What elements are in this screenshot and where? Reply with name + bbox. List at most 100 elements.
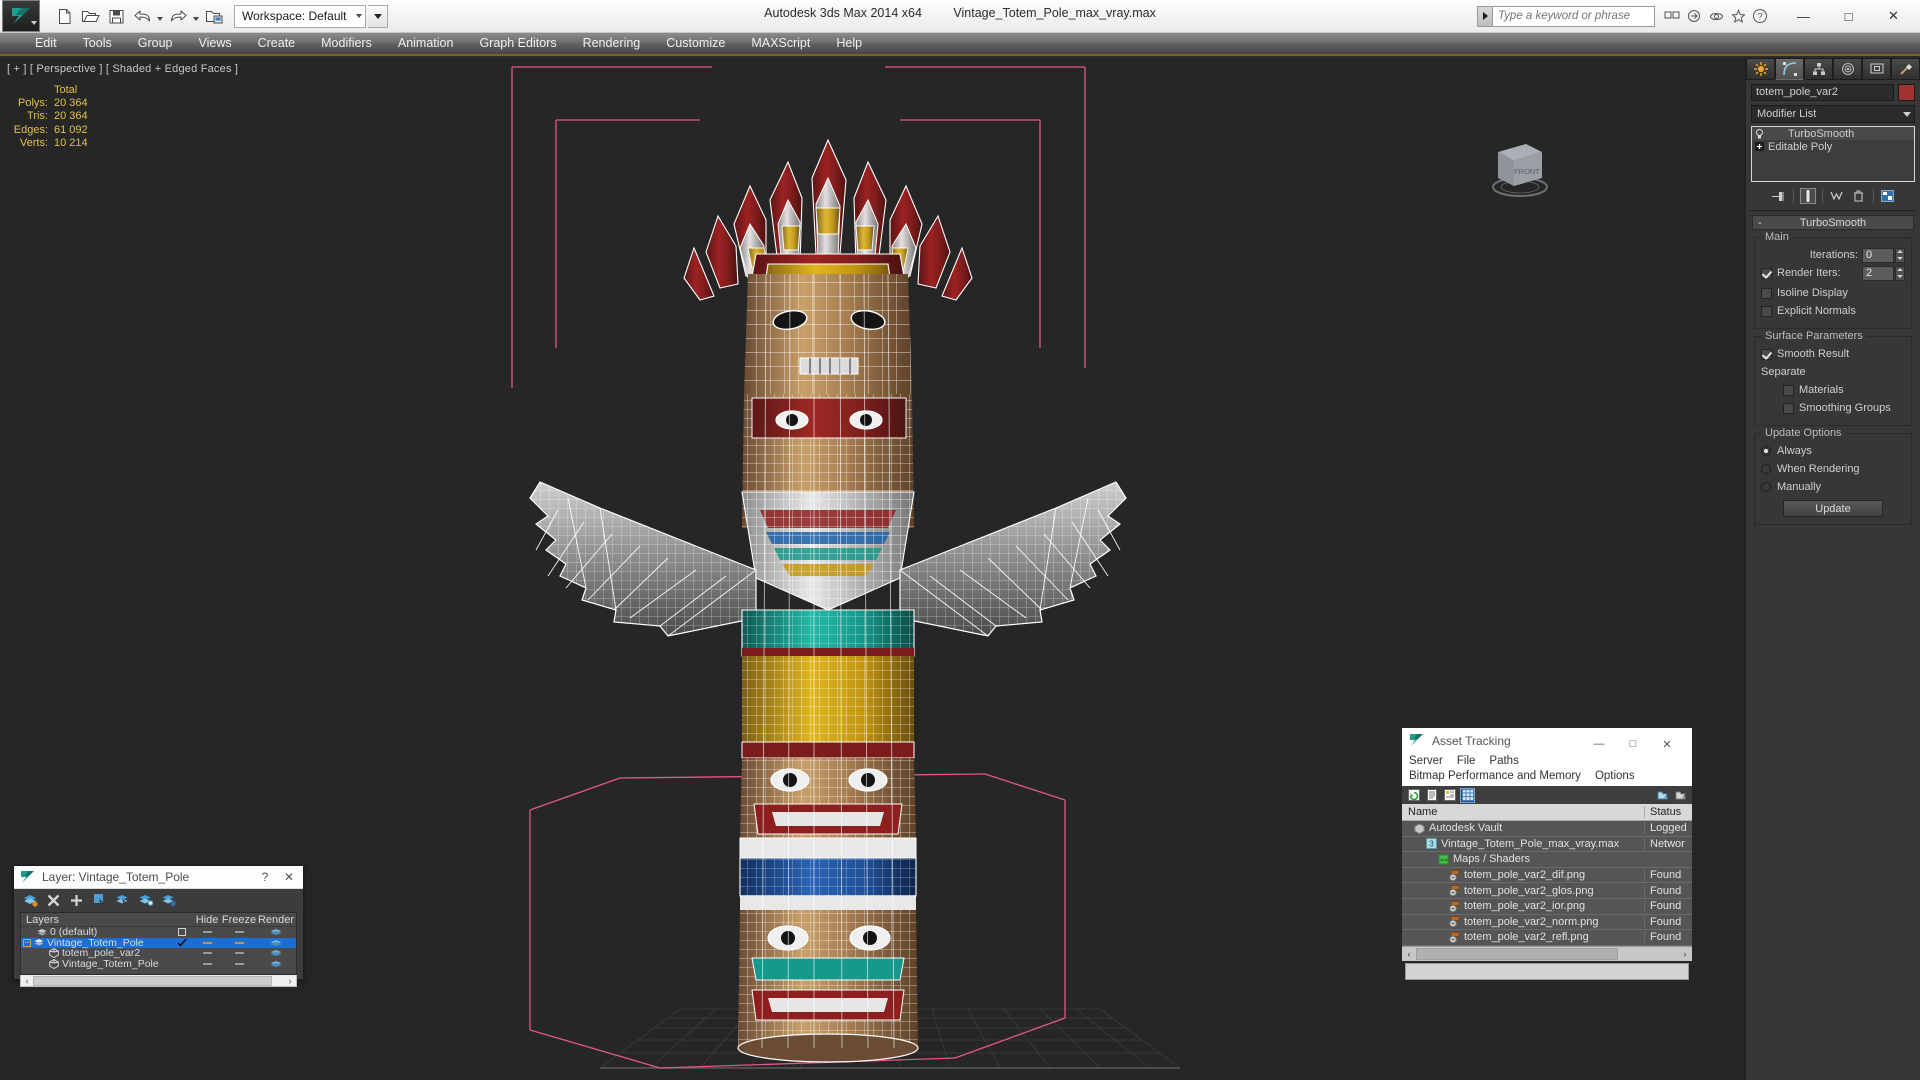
update-always-radio[interactable]	[1761, 446, 1771, 456]
scroll-left-icon[interactable]: ‹	[21, 976, 33, 986]
exchange-app-store-icon[interactable]	[1663, 7, 1681, 25]
pin-stack-icon[interactable]	[1771, 188, 1787, 204]
expand-plus-icon[interactable]	[1755, 142, 1764, 151]
menu-item-views[interactable]: Views	[185, 33, 244, 54]
lightbulb-icon[interactable]	[1755, 128, 1764, 139]
layer-horizontal-scrollbar[interactable]: ‹ ›	[20, 975, 297, 987]
asset-row-vault[interactable]: Autodesk Vault Logged	[1402, 821, 1692, 837]
hide-toggle[interactable]	[202, 931, 212, 934]
smooth-result-checkbox[interactable]	[1761, 348, 1772, 360]
asset-help-icon[interactable]: ?	[1674, 789, 1687, 802]
favorites-star-icon[interactable]	[1729, 7, 1747, 25]
asset-close-button[interactable]: ✕	[1650, 732, 1684, 757]
asset-col-name[interactable]: Name	[1402, 806, 1644, 818]
redo-dropdown-icon[interactable]	[193, 17, 199, 21]
asset-menu-bitmap-performance[interactable]: Bitmap Performance and Memory	[1409, 769, 1581, 784]
freeze-toggle[interactable]	[234, 962, 244, 965]
help-icon[interactable]: ?	[1751, 7, 1769, 25]
current-layer-box[interactable]	[178, 928, 186, 937]
application-menu-button[interactable]	[2, 0, 40, 32]
menu-item-rendering[interactable]: Rendering	[570, 33, 654, 54]
remove-modifier-icon[interactable]	[1851, 188, 1867, 204]
layer-settings-icon[interactable]	[161, 893, 176, 908]
stack-item-turbosmooth[interactable]: TurboSmooth	[1752, 127, 1914, 140]
search-input[interactable]	[1493, 5, 1655, 27]
refresh-icon[interactable]	[1407, 789, 1420, 802]
asset-menu-server[interactable]: Server	[1409, 754, 1443, 769]
asset-row-max-file[interactable]: 3 Vintage_Totem_Pole_max_vray.max Networ	[1402, 837, 1692, 853]
show-end-result-icon[interactable]	[1799, 188, 1816, 204]
layer-list[interactable]: Layers Hide Freeze Render 0 (default) − …	[20, 912, 297, 975]
grid-view-icon[interactable]	[1460, 787, 1475, 803]
menu-item-group[interactable]: Group	[125, 33, 186, 54]
minimize-button[interactable]: —	[1781, 0, 1826, 32]
freeze-toggle[interactable]	[234, 931, 244, 934]
render-toggle[interactable]	[270, 939, 282, 947]
asset-col-status[interactable]: Status	[1644, 806, 1692, 818]
undo-dropdown-icon[interactable]	[157, 17, 163, 21]
asset-menu-options[interactable]: Options	[1595, 769, 1635, 784]
asset-list[interactable]: Autodesk Vault Logged 3 Vintage_Totem_Po…	[1402, 821, 1692, 946]
hide-toggle[interactable]	[202, 962, 212, 965]
menu-item-help[interactable]: Help	[823, 33, 875, 54]
save-file-icon[interactable]	[104, 4, 128, 28]
asset-menu-file[interactable]: File	[1457, 754, 1476, 769]
select-objects-in-layer-icon[interactable]	[92, 893, 107, 908]
isoline-display-checkbox[interactable]	[1761, 287, 1772, 299]
render-toggle[interactable]	[270, 949, 282, 957]
asset-row-norm[interactable]: totem_pole_var2_norm.png Found	[1402, 915, 1692, 931]
menu-item-modifiers[interactable]: Modifiers	[308, 33, 385, 54]
current-layer-check-icon[interactable]	[177, 938, 187, 947]
delete-layer-icon[interactable]	[46, 893, 61, 908]
asset-maximize-button[interactable]: □	[1616, 732, 1650, 757]
asset-minimize-button[interactable]: —	[1582, 732, 1616, 757]
layer-dialog-titlebar[interactable]: Layer: Vintage_Totem_Pole ? ✕	[14, 866, 303, 889]
configure-modifier-sets-icon[interactable]	[1880, 188, 1896, 204]
update-always-row[interactable]: Always	[1761, 443, 1905, 459]
asset-horizontal-scrollbar[interactable]: ‹ ›	[1402, 945, 1692, 961]
asset-tracking-dialog[interactable]: Asset Tracking — □ ✕ Server File Paths B…	[1402, 728, 1692, 980]
layer-dialog[interactable]: Layer: Vintage_Totem_Pole ? ✕ Layers Hid…	[13, 865, 304, 987]
render-iters-field[interactable]: 2	[1862, 265, 1894, 281]
new-layer-icon[interactable]	[23, 893, 38, 908]
add-layer-icon[interactable]	[69, 893, 84, 908]
turbosmooth-rollout-header[interactable]: - TurboSmooth	[1752, 215, 1914, 230]
search-expand-icon[interactable]	[1477, 5, 1493, 27]
add-asset-help-icon[interactable]: ?	[1656, 789, 1669, 802]
hide-toggle[interactable]	[202, 952, 212, 955]
layer-dialog-help-button[interactable]: ?	[253, 866, 277, 888]
close-button[interactable]: ✕	[1871, 0, 1916, 32]
freeze-toggle[interactable]	[234, 952, 244, 955]
workspace-selector[interactable]: Workspace: Default	[234, 4, 366, 28]
undo-icon[interactable]	[130, 4, 154, 28]
menu-item-tools[interactable]: Tools	[70, 33, 125, 54]
asset-row-maps-shaders[interactable]: Maps / Shaders	[1402, 852, 1692, 868]
layer-row-object-vintage-totem-pole[interactable]: Vintage_Totem_Pole	[21, 958, 296, 970]
scrollbar-thumb[interactable]	[33, 975, 272, 986]
menu-item-maxscript[interactable]: MAXScript	[738, 33, 823, 54]
autodesk-360-icon[interactable]	[1707, 7, 1725, 25]
scrollbar-thumb[interactable]	[1416, 947, 1618, 960]
menu-item-edit[interactable]: Edit	[22, 33, 70, 54]
smoothing-groups-checkbox[interactable]	[1783, 402, 1794, 414]
object-name-field[interactable]: totem_pole_var2	[1751, 84, 1894, 101]
detail-view-icon[interactable]	[1443, 789, 1456, 802]
asset-row-refl[interactable]: totem_pole_var2_refl.png Found	[1402, 930, 1692, 946]
asset-tracking-titlebar[interactable]: Asset Tracking — □ ✕	[1402, 728, 1692, 753]
hide-toggle[interactable]	[202, 941, 212, 944]
update-when-rendering-row[interactable]: When Rendering	[1761, 461, 1905, 477]
update-manually-radio[interactable]	[1761, 482, 1771, 492]
maximize-button[interactable]: □	[1826, 0, 1871, 32]
stack-item-editable-poly[interactable]: Editable Poly	[1752, 140, 1914, 153]
asset-row-dif[interactable]: totem_pole_var2_dif.png Found	[1402, 868, 1692, 884]
asset-row-glos[interactable]: totem_pole_var2_glos.png Found	[1402, 883, 1692, 899]
layer-dialog-close-button[interactable]: ✕	[277, 866, 301, 888]
list-view-icon[interactable]	[1425, 789, 1438, 802]
update-button[interactable]: Update	[1783, 500, 1883, 517]
iterations-field[interactable]: 0	[1862, 247, 1894, 263]
scroll-left-icon[interactable]: ‹	[1402, 949, 1416, 959]
redo-icon[interactable]	[166, 4, 190, 28]
explicit-normals-checkbox[interactable]	[1761, 305, 1772, 317]
materials-checkbox[interactable]	[1783, 384, 1794, 396]
sign-in-icon[interactable]	[1685, 7, 1703, 25]
